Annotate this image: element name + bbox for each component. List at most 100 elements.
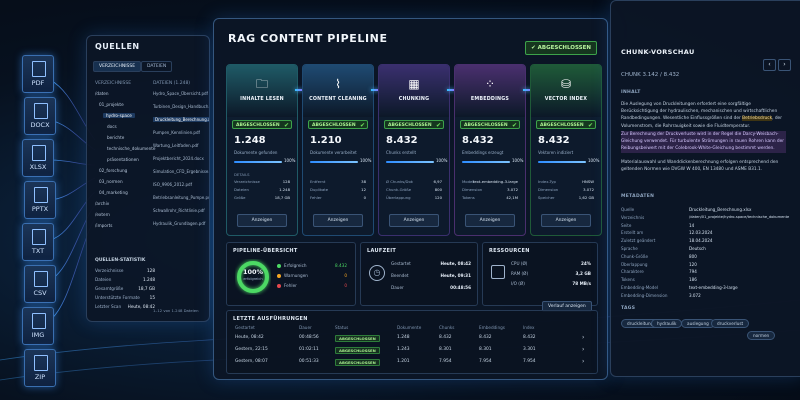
database-icon: ⛁	[560, 77, 572, 91]
stage-detail-key: Duplikate	[310, 187, 329, 192]
file-list-item[interactable]: Wartung_Leitfaden.pdf	[153, 143, 198, 148]
stage-detail-value: 18,7 GB	[274, 195, 290, 200]
resource-value: 24%	[580, 261, 591, 266]
chevron-right-icon[interactable]: ›	[582, 334, 584, 341]
legend-label: Fehler	[284, 283, 297, 288]
file-type-label: ZIP	[34, 373, 46, 381]
check-circle-icon: ✔	[283, 122, 289, 129]
file-list-item[interactable]: Hydro_Space_Übersicht.pdf	[153, 91, 208, 96]
file-list-item[interactable]: Pumpen_Kennlinien.pdf	[153, 130, 200, 135]
stage-detail-value: 1.248	[279, 187, 290, 192]
tree-item[interactable]: /archiv	[95, 201, 109, 206]
tree-item[interactable]: berichte	[107, 135, 124, 140]
tree-item[interactable]: 03_normen	[99, 179, 123, 184]
metadata-value: Druckleitung_Berechnung.xlsx	[689, 207, 752, 212]
metadata-value: text-embedding-3-large	[689, 285, 738, 290]
tree-item[interactable]: /imports	[95, 223, 112, 228]
file-list-item[interactable]: Schwallrohr_Richtlinie.pdf	[153, 208, 205, 213]
stage-detail-key: Fehler	[310, 195, 322, 200]
stage-status-text: ABGESCHLOSSEN	[464, 123, 508, 128]
table-cell: Heute, 08:42	[235, 335, 264, 340]
resource-value: 78 MB/s	[572, 281, 591, 286]
tree-item[interactable]: docs	[107, 124, 117, 129]
file-list-item[interactable]: ISO_9906_2012.pdf	[153, 182, 192, 187]
chevron-right-icon[interactable]: ›	[582, 358, 584, 365]
file-type-card: PDF	[22, 55, 54, 93]
table-cell: 7.954	[439, 359, 452, 364]
runtime-value: 00:48:56	[450, 285, 471, 290]
table-cell: Gestern, 22:15	[235, 347, 268, 352]
stat-value: 128	[147, 268, 155, 273]
file-list-item[interactable]: Turbinen_Design_Handbuch.pdf	[153, 104, 209, 109]
stage-progress-fill	[310, 161, 358, 163]
stage-count-label: Embeddings erzeugt	[462, 150, 504, 155]
file-list-item[interactable]: Hydraulik_Grundlagen.pdf	[153, 221, 205, 226]
stage-detail-key: Dimension	[462, 187, 483, 192]
stage-detail-value: 1,62 GB	[578, 195, 594, 200]
stage-detail-key: Tokens	[462, 195, 475, 200]
tag-chip[interactable]: auslegung	[681, 319, 715, 328]
prev-chunk-button[interactable]: ‹	[763, 59, 776, 71]
legend-dot	[277, 264, 281, 268]
runtime-value: Heute, 08:42	[440, 261, 471, 266]
file-type-label: PPTX	[31, 205, 49, 213]
stats-title: QUELLEN-STATISTIK	[95, 258, 146, 263]
stage-show-button[interactable]: Anzeigen	[313, 214, 363, 227]
metadata-row: Charaktere 794	[621, 269, 781, 274]
stage-detail-key: Größe	[234, 195, 246, 200]
file-list-item[interactable]: Betriebsanleitung_Pumpe.pdf	[153, 195, 209, 200]
stage-show-button[interactable]: Anzeigen	[541, 214, 591, 227]
tree-item[interactable]: /extern	[95, 212, 110, 217]
stat-value: 1.248	[143, 277, 155, 282]
tree-item[interactable]: 01_projekte	[99, 102, 124, 107]
page-title: RAG CONTENT PIPELINE	[228, 32, 388, 45]
stage-show-button[interactable]: Anzeigen	[389, 214, 439, 227]
chunk-paragraph-1: Die Auslegung von Druckleitungen erforde…	[621, 102, 782, 129]
stage-show-button[interactable]: Anzeigen	[465, 214, 515, 227]
stage-header	[227, 65, 297, 117]
tree-item[interactable]: präsentationen	[107, 157, 139, 162]
metadata-row: Tokens 186	[621, 277, 781, 282]
stage-status-badge: ABGESCHLOSSEN ✔	[308, 120, 368, 129]
document-icon	[34, 187, 48, 203]
document-icon	[34, 271, 48, 287]
tag-chip[interactable]: hydraulik	[651, 319, 683, 328]
file-list-item[interactable]: Druckleitung_Berechnung.xlsx	[153, 117, 209, 122]
file-type-card: ZIP	[24, 349, 56, 387]
tag-chip[interactable]: druckverlust	[711, 319, 750, 328]
stage-progress-fill	[234, 161, 282, 163]
tag-chip[interactable]: normen	[747, 331, 776, 340]
legend-value: 0	[344, 283, 347, 288]
stage-progress-bar	[310, 161, 358, 163]
table-cell: 8.432	[523, 335, 536, 340]
stage-detail-key: Überlappung	[386, 195, 411, 200]
stage-detail-row: Verzeichnisse 128	[234, 179, 290, 184]
pagination-text: 1–12 von 1.248 Dateien	[153, 308, 199, 313]
stage-status-badge: ABGESCHLOSSEN ✔	[460, 120, 520, 129]
tree-item[interactable]: technische_dokumente	[107, 146, 156, 151]
tab-directories[interactable]: VERZEICHNISSE	[93, 61, 142, 72]
stage-show-button[interactable]: Anzeigen	[237, 214, 287, 227]
stage-count: 8.432	[462, 135, 494, 146]
stage-header	[531, 65, 601, 117]
metadata-key: Embedding-Dimension	[621, 292, 668, 298]
tab-files[interactable]: DATEIEN	[141, 61, 173, 72]
server-icon	[491, 265, 505, 279]
next-chunk-button[interactable]: ›	[778, 59, 791, 71]
file-list-item[interactable]: Simulation_CFD_Ergebnisse.pptx	[153, 169, 209, 174]
tree-item[interactable]: 02_forschung	[99, 168, 127, 173]
stat-label: Letzter Scan	[95, 304, 122, 309]
stage-detail-value: 128	[282, 179, 290, 184]
metadata-section-title: METADATEN	[621, 194, 655, 199]
file-list-item[interactable]: Projektbericht_2024.docx	[153, 156, 204, 161]
metadata-row: Seite 14	[621, 223, 781, 228]
run-status-badge: ABGESCHLOSSEN	[335, 359, 380, 366]
stage-progress-bar	[386, 161, 434, 163]
metadata-value: 120	[689, 261, 697, 267]
tree-item[interactable]: hydro-space	[103, 113, 135, 118]
tree-item[interactable]: 04_marketing	[99, 190, 128, 195]
chevron-right-icon[interactable]: ›	[582, 346, 584, 353]
metadata-value: 186	[689, 277, 697, 283]
stage-detail-value: 42,1M	[506, 195, 518, 200]
tree-item[interactable]: /daten	[95, 91, 109, 96]
